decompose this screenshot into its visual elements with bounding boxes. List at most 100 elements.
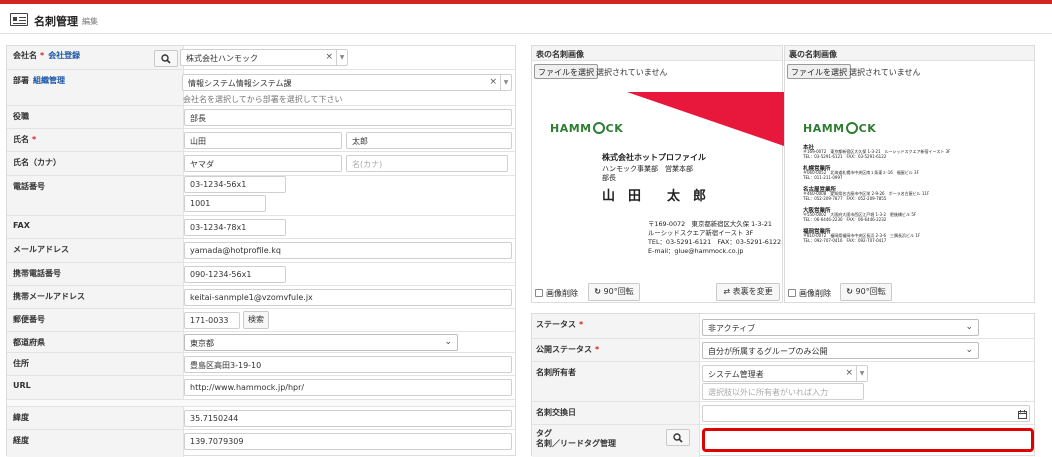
back-file-button[interactable]: ファイルを選択: [787, 64, 851, 79]
tag-search-button[interactable]: [666, 429, 690, 446]
row-title: 役職 部長: [7, 106, 515, 129]
tag-input-highlighted[interactable]: [702, 428, 1034, 452]
fax-label: FAX: [13, 221, 30, 230]
first-name-input[interactable]: 太郎: [346, 132, 512, 149]
row-url: URL http://www.hammock.jp/hpr/: [7, 376, 515, 400]
exchange-date-input[interactable]: [702, 405, 1030, 422]
front-file-button[interactable]: ファイルを選択: [534, 64, 598, 79]
company-label: 会社名: [13, 51, 37, 60]
company-search-button[interactable]: [154, 50, 178, 67]
back-delete-label: 画像削除: [799, 289, 831, 298]
back-card-heading: 裏の名刺画像: [785, 46, 1034, 61]
name-label: 氏名: [13, 135, 29, 144]
zip-input[interactable]: 171-0033: [184, 312, 240, 329]
owner-label: 名刺所有者: [536, 368, 576, 377]
row-pref: 都道府県 東京都 ⌄: [7, 332, 515, 353]
row-dept: 部署 組織管理 情報システム情報システム課 × ▼ 会社名を選択してから部署を選択…: [7, 70, 515, 106]
company-select[interactable]: 株式会社ハンモック × ▼: [180, 49, 348, 66]
front-card-image: HAMM CK 株式会社ホットプロファイル ハンモック事業部 営業本部 部長 山 …: [532, 86, 784, 316]
company-register-link[interactable]: 会社登録: [48, 51, 80, 60]
row-owner: 名刺所有者 システム管理者 × ▼ 選択肢以外に所有者がいれば入力: [532, 362, 1034, 402]
card-mail: E-mail：glue@hammock.co.jp: [648, 247, 744, 255]
row-address: 住所 豊島区高田3-19-10: [7, 353, 515, 376]
phone-input[interactable]: 03-1234-56x1: [184, 176, 286, 193]
dropdown-arrow-icon[interactable]: ▼: [336, 50, 347, 65]
front-card-heading: 表の名刺画像: [532, 46, 782, 61]
front-rotate-button[interactable]: ↻ 90°回転: [588, 283, 640, 301]
swap-sides-button[interactable]: ⇄ 表裏を変更: [716, 283, 780, 301]
phone-ext-input[interactable]: 1001: [184, 195, 266, 212]
right-form-panel: ステータス * 非アクティブ ⌄ 公開ステータス * 自分が所属するグループのみ公開…: [531, 313, 1035, 457]
mobile-email-input[interactable]: keitai-sanmple1@vzomvfule.jx: [184, 289, 512, 306]
row-mobile: 携帯電話番号 090-1234-56x1: [7, 263, 515, 286]
row-exchange: 名刺交換日: [532, 402, 1034, 425]
left-form-panel: 会社名 * 会社登録 株式会社ハンモック × ▼ 部署 組織管理 情報システム情報シス…: [6, 45, 516, 457]
dept-hint: 会社名を選択してから部署を選択して下さい: [183, 95, 343, 104]
front-delete-checkbox[interactable]: [535, 289, 543, 297]
card-addr2: ルーシッドスクエア新宿イースト 3F: [648, 229, 754, 237]
status-label: ステータス: [536, 320, 576, 329]
chevron-down-icon: ⌄: [965, 345, 973, 355]
tag-manage-link[interactable]: 名刺／リードタグ管理: [536, 438, 616, 449]
lat-label: 緯度: [13, 413, 29, 422]
url-input[interactable]: http://www.hammock.jp/hpr/: [184, 379, 512, 396]
back-delete-checkbox[interactable]: [788, 289, 796, 297]
clear-icon[interactable]: ×: [489, 77, 497, 87]
page-header: 名刺管理 編集: [0, 4, 1052, 34]
dropdown-arrow-icon[interactable]: ▼: [500, 75, 511, 90]
fax-input[interactable]: 03-1234-78x1: [184, 219, 286, 236]
rotate-icon: ↻: [594, 287, 601, 296]
last-name-input[interactable]: 山田: [184, 132, 342, 149]
card-name: 山 田 太 郎: [602, 189, 707, 204]
owner-extra-input[interactable]: 選択肢以外に所有者がいれば入力: [702, 383, 864, 400]
first-name-kana-input[interactable]: 名(カナ): [346, 155, 508, 172]
card-tel: TEL：03-5291-6121 FAX：03-5291-6122: [648, 238, 782, 246]
card-addr1: 〒169-0072 東京都新宿区大久保 1-3-21: [648, 220, 772, 228]
back-rotate-button[interactable]: ↻ 90°回転: [840, 283, 892, 301]
office-2-l2: TEL：052-209-7877 FAX：052-209-7855: [803, 196, 887, 201]
hammock-logo: HAMM CK: [803, 122, 877, 135]
lat-input[interactable]: 35.7150244: [184, 410, 512, 427]
row-fax: FAX 03-1234-78x1: [7, 216, 515, 239]
lng-input[interactable]: 139.7079309: [184, 433, 512, 450]
card-company: 株式会社ホットプロファイル: [602, 153, 706, 162]
pub-status-label: 公開ステータス: [536, 345, 592, 354]
office-3-l2: TEL：06-6446-2230 FAX：06-6446-2232: [803, 217, 887, 222]
pub-status-select[interactable]: 自分が所属するグループのみ公開 ⌄: [702, 342, 979, 359]
row-kana: 氏名（カナ） ヤマダ 名(カナ): [7, 152, 515, 176]
clear-icon[interactable]: ×: [325, 52, 333, 62]
clear-icon[interactable]: ×: [845, 368, 853, 378]
title-label: 役職: [13, 112, 29, 121]
front-delete-label: 画像削除: [546, 289, 578, 298]
page-subtitle: 編集: [82, 17, 98, 26]
dept-select[interactable]: 情報システム情報システム課 × ▼: [182, 74, 512, 91]
title-input[interactable]: 部長: [184, 109, 512, 126]
row-zip: 郵便番号 171-0033 検索: [7, 309, 515, 332]
owner-select[interactable]: システム管理者 × ▼: [702, 365, 868, 382]
mobile-input[interactable]: 090-1234-56x1: [184, 266, 286, 283]
status-select[interactable]: 非アクティブ ⌄: [702, 319, 979, 336]
red-stripe-shape: [627, 92, 784, 146]
address-input[interactable]: 豊島区高田3-19-10: [184, 356, 512, 373]
chevron-down-icon: ⌄: [965, 322, 973, 332]
calendar-icon[interactable]: [1018, 410, 1027, 419]
row-pub: 公開ステータス * 自分が所属するグループのみ公開 ⌄: [532, 339, 1034, 362]
search-icon: [161, 54, 171, 64]
zip-label: 郵便番号: [13, 315, 45, 324]
row-mobile-email: 携帯メールアドレス keitai-sanmple1@vzomvfule.jx: [7, 286, 515, 309]
address-label: 住所: [13, 359, 29, 368]
zip-search-button[interactable]: 検索: [243, 311, 269, 329]
mobile-label: 携帯電話番号: [13, 269, 61, 278]
office-0-l2: TEL：03-5291-6121 FAX：03-5291-6122: [803, 154, 887, 159]
dropdown-arrow-icon[interactable]: ▼: [856, 366, 867, 381]
row-status: ステータス * 非アクティブ ⌄: [532, 314, 1034, 339]
org-manage-link[interactable]: 組織管理: [33, 76, 65, 85]
row-lng: 経度 139.7079309: [7, 430, 515, 457]
last-name-kana-input[interactable]: ヤマダ: [184, 155, 342, 172]
email-label: メールアドレス: [13, 245, 69, 254]
back-card-panel: 裏の名刺画像 ファイルを選択 選択されていません HAMM CK 本社 〒169-…: [784, 45, 1035, 303]
pref-select[interactable]: 東京都 ⌄: [184, 334, 458, 351]
email-input[interactable]: yamada@hotprofile.kq: [184, 242, 512, 259]
front-card-panel: 表の名刺画像 ファイルを選択 選択されていません HAMM CK 株式会社ホットプ…: [531, 45, 784, 303]
card-role: 部長: [602, 174, 616, 182]
